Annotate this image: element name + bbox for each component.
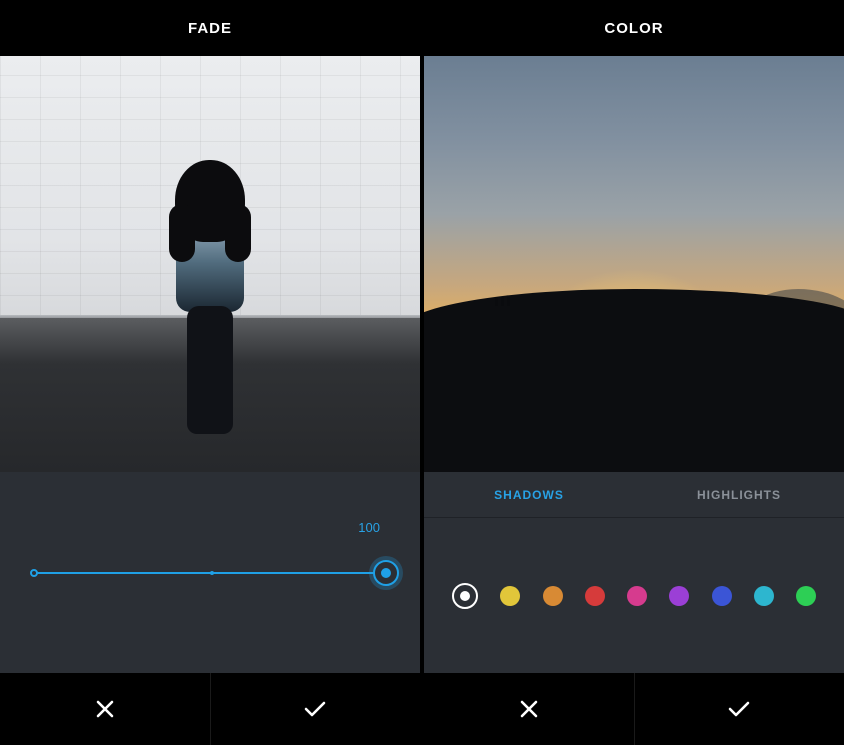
swatch-cyan[interactable]	[754, 586, 774, 606]
swatch-red[interactable]	[585, 586, 605, 606]
check-icon	[303, 699, 327, 719]
fade-slider-handle[interactable]	[373, 560, 399, 586]
swatch-purple[interactable]	[669, 586, 689, 606]
fade-slider[interactable]: 100	[0, 472, 420, 673]
cancel-button[interactable]	[424, 673, 635, 745]
confirm-button[interactable]	[211, 673, 421, 745]
color-swatches	[424, 518, 844, 673]
fade-controls: 100	[0, 472, 420, 673]
fade-panel: FADE 100	[0, 0, 422, 745]
swatch-orange[interactable]	[543, 586, 563, 606]
fade-slider-track[interactable]	[34, 572, 386, 574]
slider-start-icon	[30, 569, 38, 577]
cancel-button[interactable]	[0, 673, 211, 745]
swatch-yellow[interactable]	[500, 586, 520, 606]
fade-footer	[0, 673, 420, 745]
color-image-preview	[424, 56, 844, 472]
confirm-button[interactable]	[635, 673, 844, 745]
fade-image-preview	[0, 56, 420, 472]
tab-shadows[interactable]: SHADOWS	[424, 472, 634, 517]
color-footer	[424, 673, 844, 745]
color-panel: COLOR SHADOWS HIGHLIGHTS	[422, 0, 844, 745]
swatch-blue[interactable]	[712, 586, 732, 606]
swatch-pink[interactable]	[627, 586, 647, 606]
close-icon	[519, 699, 539, 719]
tab-highlights[interactable]: HIGHLIGHTS	[634, 472, 844, 517]
fade-header: FADE	[0, 0, 420, 56]
swatch-none[interactable]	[452, 583, 478, 609]
color-header: COLOR	[424, 0, 844, 56]
check-icon	[727, 699, 751, 719]
fade-slider-value: 100	[358, 520, 380, 535]
color-controls: SHADOWS HIGHLIGHTS	[424, 472, 844, 673]
fade-title: FADE	[188, 20, 232, 37]
color-title: COLOR	[604, 20, 663, 37]
swatch-green[interactable]	[796, 586, 816, 606]
close-icon	[95, 699, 115, 719]
color-tabs: SHADOWS HIGHLIGHTS	[424, 472, 844, 518]
